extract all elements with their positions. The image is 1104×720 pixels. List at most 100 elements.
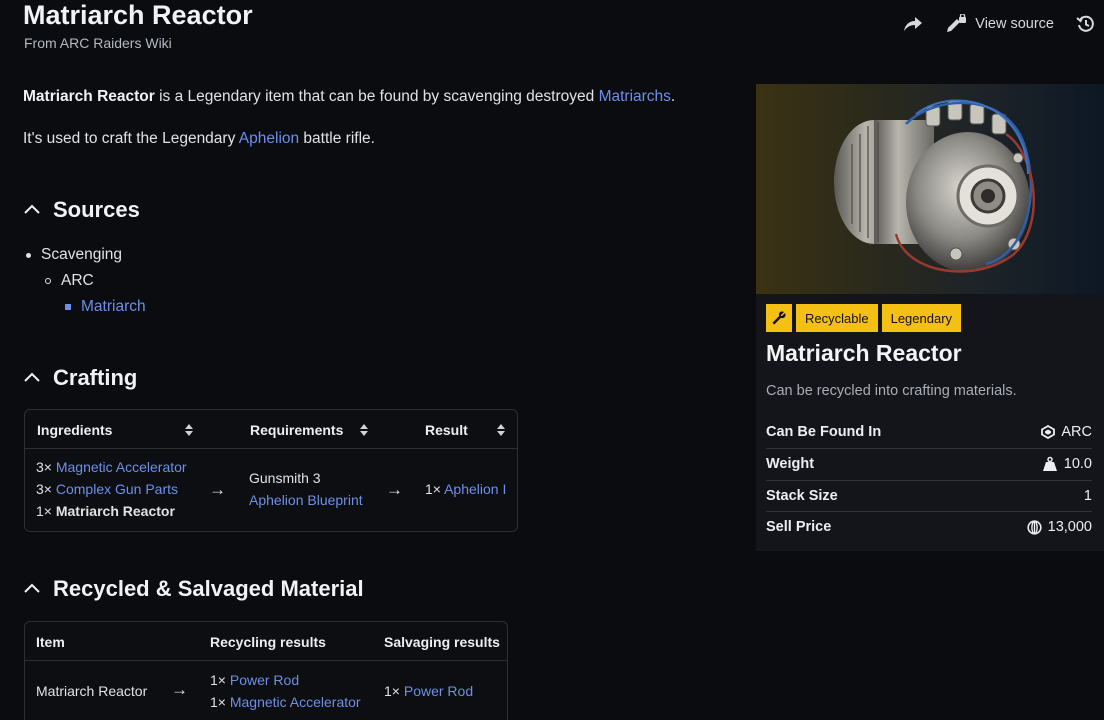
found-in-value: ARC (1061, 424, 1092, 440)
view-source-label: View source (975, 16, 1054, 32)
power-rod-link[interactable]: Power Rod (404, 683, 473, 699)
table-header: Ingredients Requirements Result (25, 410, 517, 449)
share-button[interactable] (903, 15, 923, 33)
recyclable-tag[interactable]: Recyclable (796, 304, 878, 332)
view-source-button[interactable]: View source (945, 14, 1054, 34)
aphelion-link[interactable]: Aphelion (239, 130, 299, 147)
matriarch-reactor-text: Matriarch Reactor (55, 503, 175, 519)
quantity: 1× (36, 503, 52, 519)
stat-value: ARC (1041, 424, 1092, 440)
list-item: Scavenging (26, 246, 122, 264)
header-actions: View source (903, 14, 1096, 34)
recycling-cell: 1× Power Rod 1× Magnetic Accelerator (210, 669, 361, 713)
crafting-heading: Crafting (23, 365, 137, 391)
table-header: Item Recycling results Salvaging results (25, 622, 507, 661)
quantity: 3× (36, 481, 52, 497)
bullet-icon (65, 304, 71, 310)
stat-row-stack-size: Stack Size 1 (766, 480, 1092, 512)
column-label: Ingredients (37, 422, 113, 438)
sort-icon[interactable] (360, 424, 368, 436)
arrow-icon: → (171, 680, 188, 699)
arrow-icon: → (209, 480, 226, 499)
stat-label: Weight (766, 456, 815, 472)
requirement-gunsmith: Gunsmith 3 (249, 470, 321, 486)
recycled-heading: Recycled & Salvaged Material (23, 576, 364, 602)
infobox: Recyclable Legendary Matriarch Reactor C… (756, 84, 1104, 551)
salvaging-cell: 1× Power Rod (384, 680, 473, 702)
chevron-up-icon[interactable] (23, 369, 41, 387)
recycled-heading-label: Recycled & Salvaged Material (53, 576, 364, 601)
legendary-tag[interactable]: Legendary (881, 304, 962, 332)
source-arc: ARC (61, 272, 94, 289)
coin-icon (1027, 519, 1042, 535)
arc-icon (1041, 425, 1056, 439)
column-header-ingredients[interactable]: Ingredients (37, 422, 193, 438)
complex-gun-parts-link[interactable]: Complex Gun Parts (56, 481, 178, 497)
stat-row-weight: Weight 10.0 (766, 448, 1092, 480)
magnetic-accelerator-link[interactable]: Magnetic Accelerator (230, 694, 361, 710)
sort-icon[interactable] (497, 424, 505, 436)
ingredients-cell: 3× Magnetic Accelerator 3× Complex Gun P… (36, 456, 187, 522)
recycled-table: Item Recycling results Salvaging results… (24, 621, 508, 720)
intro-end: . (670, 88, 676, 105)
quantity: 3× (36, 459, 52, 475)
result-cell: 1× Aphelion I (425, 478, 517, 500)
magnetic-accelerator-link[interactable]: Magnetic Accelerator (56, 459, 187, 475)
item-image (756, 84, 1104, 294)
crafting-heading-label: Crafting (53, 365, 138, 390)
requirements-cell: Gunsmith 3 Aphelion Blueprint (249, 467, 363, 511)
source-matriarch-link[interactable]: Matriarch (81, 298, 146, 316)
column-header-requirements[interactable]: Requirements (250, 422, 368, 438)
stat-value: 1 (1084, 488, 1092, 504)
locked-edit-icon (947, 14, 967, 32)
column-header-item: Item (36, 634, 65, 650)
sources-heading-label: Sources (53, 197, 140, 222)
table-row: Matriarch Reactor → 1× Power Rod 1× Magn… (25, 661, 507, 720)
stat-label: Can Be Found In (766, 424, 882, 440)
bullet-icon (26, 252, 31, 258)
chevron-up-icon[interactable] (23, 580, 41, 598)
column-label: Result (425, 422, 468, 438)
intro-text: is a Legendary item that can be found by… (154, 88, 599, 105)
weight-value: 10.0 (1063, 456, 1092, 472)
chevron-up-icon[interactable] (23, 201, 41, 219)
sell-price-value: 13,000 (1047, 519, 1092, 535)
stat-row-sell-price: Sell Price 13,000 (766, 511, 1092, 543)
table-row: 3× Magnetic Accelerator 3× Complex Gun P… (25, 449, 517, 531)
bullet-icon (45, 278, 51, 284)
history-button[interactable] (1076, 14, 1096, 34)
share-icon (904, 17, 923, 31)
page-subtitle: From ARC Raiders Wiki (24, 35, 172, 51)
aphelion-result-link[interactable]: Aphelion I (444, 481, 506, 497)
crafting-table: Ingredients Requirements Result 3× Magne… (24, 409, 518, 532)
stat-value: 13,000 (1027, 519, 1092, 535)
wrench-icon (766, 304, 792, 332)
sort-icon[interactable] (185, 424, 193, 436)
source-scavenging: Scavenging (41, 246, 123, 263)
column-header-result[interactable]: Result (425, 422, 505, 438)
column-header-recycling: Recycling results (210, 634, 326, 650)
intro-text-2: It's used to craft the Legendary (23, 130, 239, 147)
quantity: 1× (210, 694, 226, 710)
stat-label: Stack Size (766, 488, 838, 504)
reactor-image (834, 99, 1035, 273)
arrow-icon: → (386, 480, 403, 499)
list-item: Matriarch (65, 298, 146, 316)
page-title: Matriarch Reactor (23, 0, 253, 30)
power-rod-link[interactable]: Power Rod (230, 672, 299, 688)
stat-value: 10.0 (1042, 456, 1092, 472)
matriarchs-link[interactable]: Matriarchs (599, 88, 671, 105)
weight-icon (1042, 456, 1057, 471)
infobox-description: Can be recycled into crafting materials. (766, 383, 1017, 399)
aphelion-blueprint-link[interactable]: Aphelion Blueprint (249, 492, 363, 508)
stat-label: Sell Price (766, 519, 832, 535)
history-icon (1076, 15, 1094, 32)
list-item: ARC (45, 272, 94, 290)
quantity: 1× (210, 672, 226, 688)
stack-size-value: 1 (1083, 488, 1092, 504)
quantity: 1× (425, 481, 441, 497)
infobox-title: Matriarch Reactor (766, 340, 962, 366)
intro-paragraph-2: It's used to craft the Legendary Aphelio… (23, 130, 375, 148)
stat-row-found-in: Can Be Found In ARC (766, 416, 1092, 448)
column-header-salvaging: Salvaging results (384, 634, 500, 650)
